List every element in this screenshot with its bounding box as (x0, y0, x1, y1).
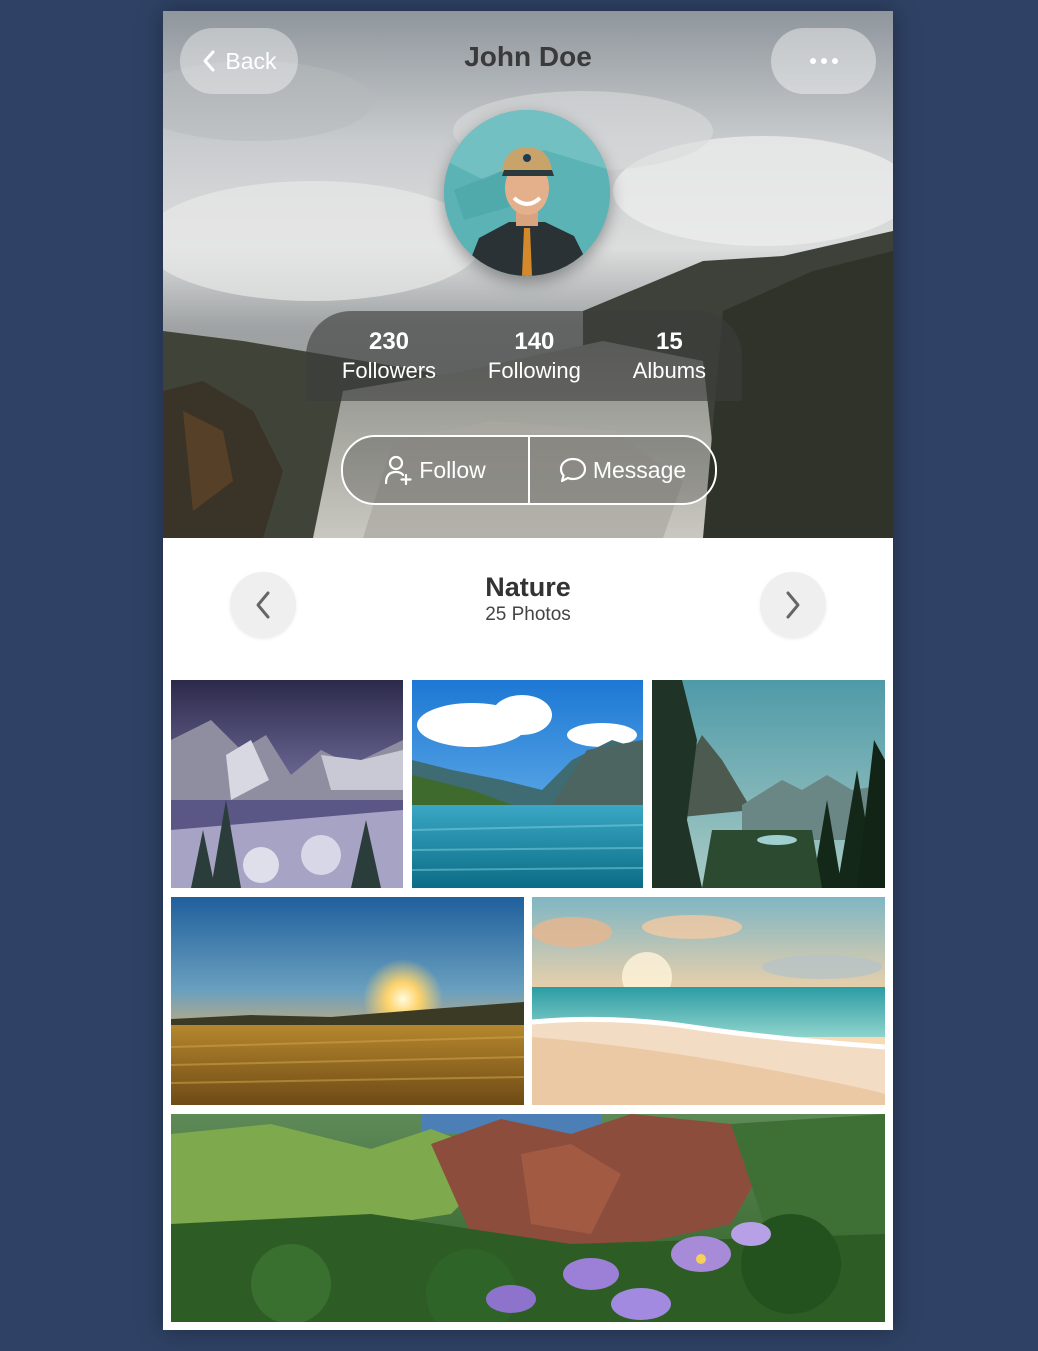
message-button-label: Message (592, 456, 687, 483)
more-options-button[interactable] (771, 28, 876, 94)
profile-screen: Back John Doe 230 Followers 140 Followin… (163, 11, 893, 1330)
profile-actions: Follow Message (341, 435, 717, 505)
photo-image (171, 680, 403, 888)
stat-value: 140 (514, 328, 555, 355)
avatar-photo (444, 110, 610, 276)
photo-forest-peaks[interactable] (652, 680, 885, 888)
follow-button-label: Follow (419, 456, 486, 483)
stat-label: Albums (632, 358, 707, 383)
photo-image (412, 680, 643, 888)
add-user-icon (385, 455, 412, 485)
stat-value: 15 (656, 328, 683, 355)
next-album-button[interactable] (760, 572, 826, 638)
photo-image (532, 897, 885, 1105)
photo-snowy-valley[interactable] (171, 680, 403, 888)
photo-image (171, 1114, 885, 1322)
photo-image (652, 680, 885, 888)
more-dots-icon (809, 58, 838, 64)
avatar[interactable] (444, 110, 610, 276)
stat-following[interactable]: 140 Following (488, 327, 581, 385)
stat-albums[interactable]: 15 Albums (633, 327, 706, 385)
message-button[interactable]: Message (528, 437, 715, 503)
stat-followers[interactable]: 230 Followers (342, 327, 436, 385)
photo-image (171, 897, 524, 1105)
profile-stats: 230 Followers 140 Following 15 Albums (306, 311, 742, 401)
photo-sunset-field[interactable] (171, 897, 524, 1105)
stat-value: 230 (368, 328, 410, 355)
photo-green-valley-flowers[interactable] (171, 1114, 885, 1322)
chat-bubble-icon (559, 457, 586, 483)
follow-button[interactable]: Follow (343, 437, 528, 503)
profile-header: Back John Doe 230 Followers 140 Followin… (163, 11, 893, 538)
photo-mountain-lake[interactable] (412, 680, 643, 888)
album-selector: Nature 25 Photos (163, 538, 893, 678)
stat-label: Followers (341, 358, 437, 383)
stat-label: Following (487, 358, 581, 383)
chevron-right-icon (786, 591, 800, 619)
photo-beach-sunset[interactable] (532, 897, 885, 1105)
